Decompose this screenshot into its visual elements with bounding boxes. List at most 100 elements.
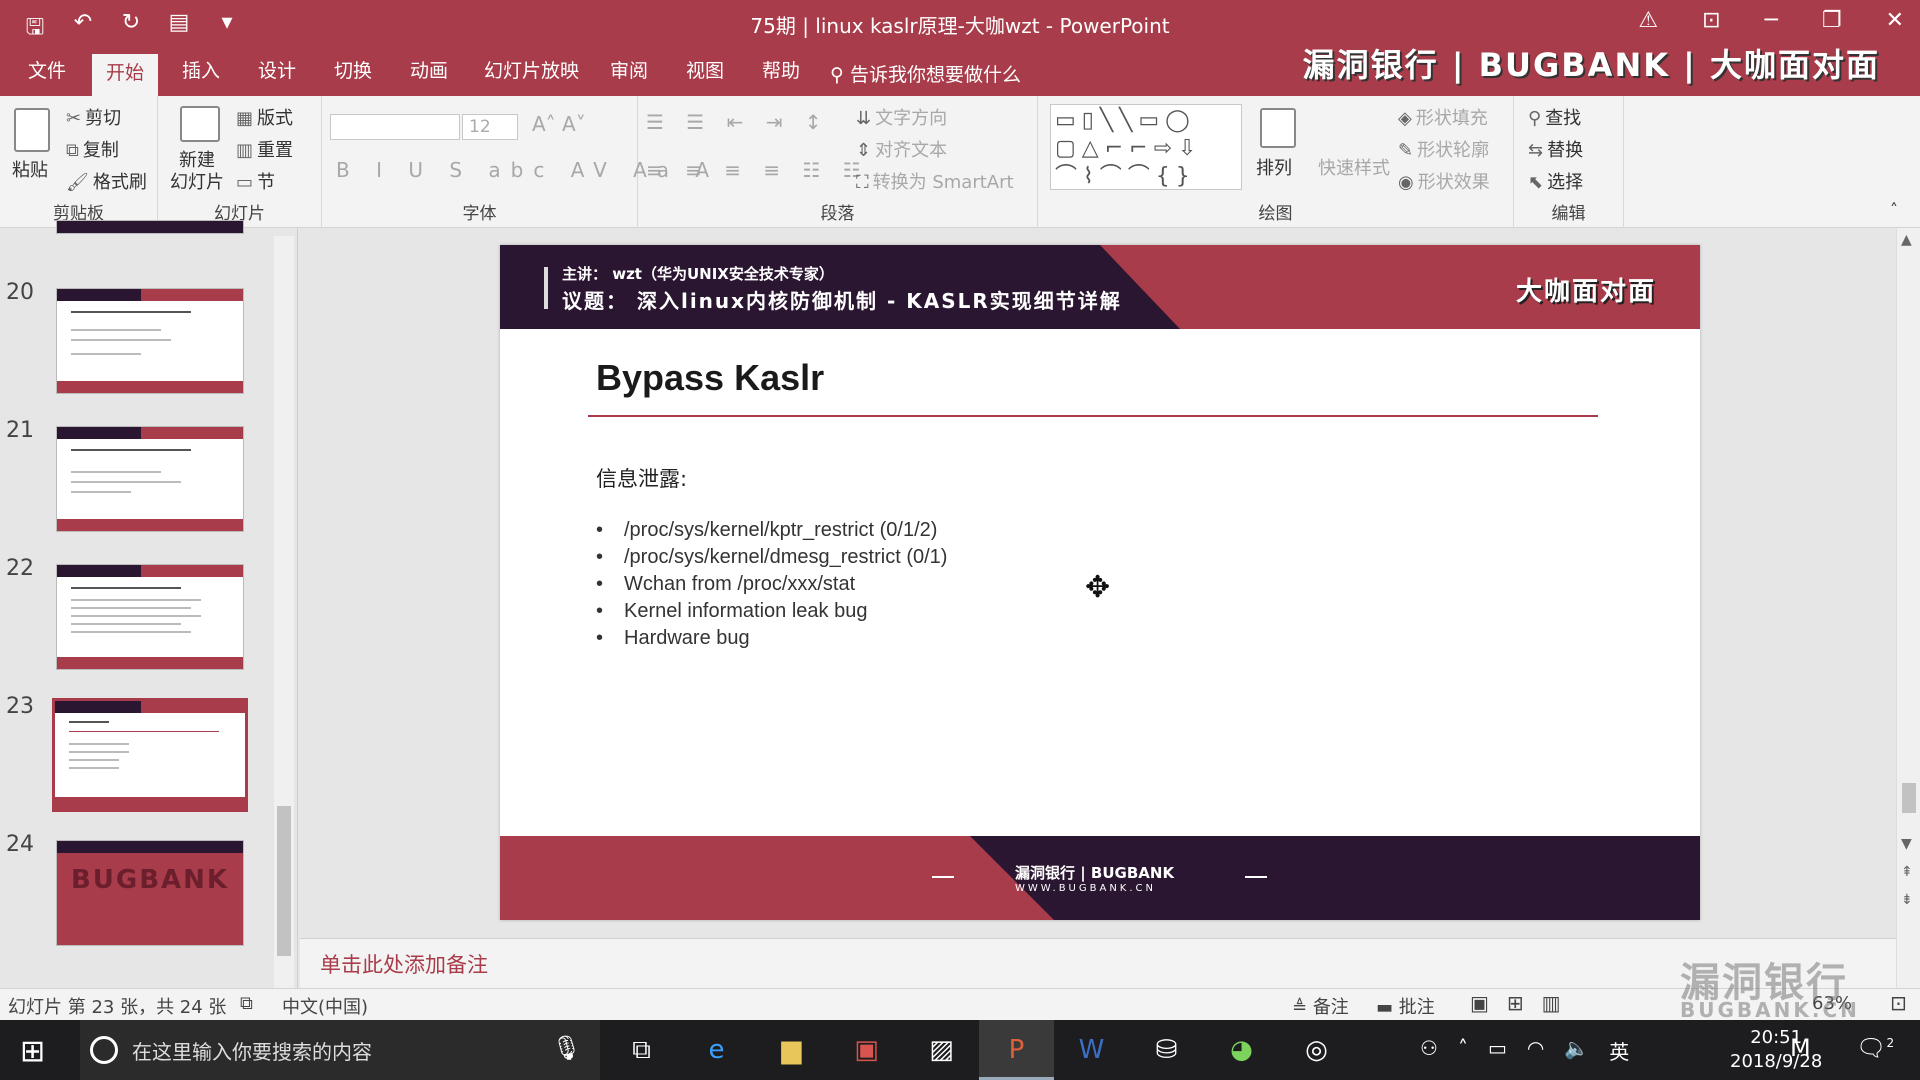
tab-help[interactable]: 帮助	[748, 58, 814, 96]
wifi-icon[interactable]: ◠	[1527, 1036, 1544, 1065]
tab-animations[interactable]: 动画	[396, 58, 462, 96]
move-cursor-icon: ✥	[1085, 570, 1111, 605]
slide-header: 主讲： wzt（华为UNIX安全技术专家） 议题： 深入linux内核防御机制 …	[500, 245, 1700, 329]
scroll-up-icon[interactable]: ▲	[1901, 232, 1912, 248]
windows-start-icon[interactable]: ⊞	[20, 1034, 45, 1069]
tab-design[interactable]: 设计	[244, 58, 310, 96]
close-icon[interactable]: ✕	[1886, 8, 1904, 33]
tell-me-box[interactable]: ⚲ 告诉我你想要做什么	[830, 60, 1021, 87]
slide-sorter-icon[interactable]: ⊞	[1507, 991, 1524, 1015]
replace-button[interactable]: ⇆ 替换	[1528, 136, 1583, 162]
task-view-icon[interactable]: ⧉	[604, 1020, 679, 1080]
app-logo-icon[interactable]: M	[1790, 1034, 1811, 1062]
bullet-list[interactable]: /proc/sys/kernel/kptr_restrict (0/1/2) /…	[596, 517, 947, 652]
thumbnail-22[interactable]: 22	[0, 556, 280, 676]
normal-view-icon[interactable]: ▣	[1470, 991, 1489, 1015]
find-button[interactable]: ⚲ 查找	[1528, 104, 1581, 130]
section-button[interactable]: ▭ 节	[236, 168, 275, 194]
font-label: 字体	[462, 204, 497, 224]
tab-file[interactable]: 文件	[14, 58, 80, 96]
smartart-button[interactable]: ⛶ 转换为 SmartArt	[856, 168, 1014, 194]
paste-icon[interactable]	[14, 108, 50, 152]
reset-button[interactable]: ▥ 重置	[236, 136, 293, 162]
tab-insert[interactable]: 插入	[168, 58, 234, 96]
shapes-gallery[interactable]: ▭▯╲╲▭◯ ▢△⌐⌐⇨⇩ ⌒⌇⌒⌒{}	[1050, 104, 1242, 190]
copy-button[interactable]: ⧉ 复制	[66, 136, 119, 162]
align-text-button[interactable]: ⇕ 对齐文本	[856, 136, 947, 162]
edge-icon[interactable]: e	[679, 1020, 754, 1080]
warning-icon[interactable]: ⚠	[1638, 8, 1658, 33]
list-item: /proc/sys/kernel/kptr_restrict (0/1/2)	[596, 517, 947, 544]
volume-icon[interactable]: 🔈	[1564, 1036, 1589, 1065]
scroll-thumb[interactable]	[277, 806, 291, 956]
paste-button[interactable]: 粘贴	[12, 156, 48, 182]
wechat-icon[interactable]: ◕	[1204, 1020, 1279, 1080]
app-icon-red[interactable]: ▣	[829, 1020, 904, 1080]
language-indicator[interactable]: 中文(中国)	[282, 993, 368, 1019]
thumbnail-scrollbar[interactable]	[274, 236, 294, 988]
ribbon-display-icon[interactable]: ⊡	[1702, 8, 1720, 33]
new-slide-button[interactable]: 新建 幻灯片	[170, 150, 224, 194]
powerpoint-icon[interactable]: P	[979, 1020, 1054, 1080]
scroll-thumb[interactable]	[1902, 783, 1916, 813]
list-buttons[interactable]: ☰ ☰ ⇤ ⇥ ↕	[646, 110, 830, 134]
shape-fill-button[interactable]: ◈ 形状填充	[1398, 104, 1488, 130]
tab-transitions[interactable]: 切换	[320, 58, 386, 96]
tray-expand-icon[interactable]: ˄	[1458, 1036, 1468, 1065]
arrange-button[interactable]: 排列	[1256, 154, 1292, 180]
thumbnail-23[interactable]: 23	[0, 694, 280, 814]
select-button[interactable]: ⬉ 选择	[1528, 168, 1583, 194]
ime-indicator[interactable]: 英	[1609, 1036, 1629, 1065]
tab-review[interactable]: 审阅	[596, 58, 662, 96]
copy-icon: ⧉	[66, 140, 79, 161]
tab-slideshow[interactable]: 幻灯片放映	[470, 58, 593, 96]
spellcheck-icon[interactable]: ⧉	[240, 993, 253, 1014]
format-painter-button[interactable]: 🖌 格式刷	[66, 168, 147, 194]
font-size-box[interactable]: 12	[462, 114, 518, 140]
grow-font-icon[interactable]: A˄ A˅	[532, 112, 586, 136]
align-buttons[interactable]: ≡ ≡ ≡ ≡ ☷ ☷	[646, 158, 869, 182]
fit-to-window-icon[interactable]: ⊡	[1890, 991, 1907, 1015]
thumbnail-24[interactable]: 24 BUGBANK	[0, 832, 280, 952]
notepad-icon[interactable]: ▨	[904, 1020, 979, 1080]
notes-placeholder: 单击此处添加备注	[320, 953, 488, 977]
taskbar-search[interactable]: 在这里输入你要搜索的内容 🎙	[80, 1020, 600, 1080]
minimize-icon[interactable]: ─	[1765, 8, 1778, 33]
shape-outline-button[interactable]: ✎ 形状轮廓	[1398, 136, 1489, 162]
slide-title[interactable]: Bypass Kaslr	[596, 357, 824, 399]
tab-home[interactable]: 开始	[92, 54, 159, 96]
font-name-box[interactable]	[330, 114, 460, 140]
scroll-down-icon[interactable]: ▼	[1901, 836, 1912, 852]
word-icon[interactable]: W	[1054, 1020, 1129, 1080]
obs-icon[interactable]: ◎	[1279, 1020, 1354, 1080]
quick-styles-button[interactable]: 快速样式	[1318, 154, 1390, 180]
text-direction-button[interactable]: ⇊ 文字方向	[856, 104, 947, 130]
battery-icon[interactable]: ▭	[1488, 1036, 1507, 1065]
thumbnail-21[interactable]: 21	[0, 418, 280, 538]
thumbnail-20[interactable]: 20	[0, 280, 280, 400]
ribbon: 粘贴 ✂ 剪切 ⧉ 复制 🖌 格式刷 剪贴板 新建 幻灯片 ▦ 版式 ▥ 重置 ▭ 节 幻灯…	[0, 96, 1920, 228]
reading-view-icon[interactable]: ▥	[1542, 991, 1561, 1015]
slide-scrollbar[interactable]: ▲ ▼ ⇞ ⇟	[1896, 228, 1920, 988]
shape-effects-button[interactable]: ◉ 形状效果	[1398, 168, 1490, 194]
tab-view[interactable]: 视图	[672, 58, 738, 96]
restore-icon[interactable]: ❐	[1822, 8, 1842, 33]
network-app-icon[interactable]: ⛁	[1129, 1020, 1204, 1080]
thumbnail-19-partial[interactable]	[0, 220, 280, 240]
cut-button[interactable]: ✂ 剪切	[66, 104, 121, 130]
new-slide-icon[interactable]	[180, 106, 220, 142]
next-slide-icon[interactable]: ⇟	[1901, 892, 1913, 908]
microphone-icon[interactable]: 🎙	[552, 1034, 582, 1062]
file-explorer-icon[interactable]: ▆	[754, 1020, 829, 1080]
collapse-ribbon-icon[interactable]: ˄	[1890, 200, 1898, 219]
notification-icon[interactable]: 🗨2	[1856, 1034, 1894, 1062]
scissors-icon: ✂	[66, 108, 82, 129]
previous-slide-icon[interactable]: ⇞	[1901, 864, 1913, 880]
people-icon[interactable]: ⚇	[1420, 1036, 1438, 1065]
arrange-icon[interactable]	[1260, 108, 1296, 148]
notes-button[interactable]: ≜ 备注	[1292, 993, 1349, 1019]
comments-button[interactable]: ▬ 批注	[1376, 993, 1435, 1019]
layout-button[interactable]: ▦ 版式	[236, 104, 293, 130]
info-leak-label[interactable]: 信息泄露:	[596, 463, 687, 493]
fill-icon: ◈	[1398, 108, 1412, 129]
